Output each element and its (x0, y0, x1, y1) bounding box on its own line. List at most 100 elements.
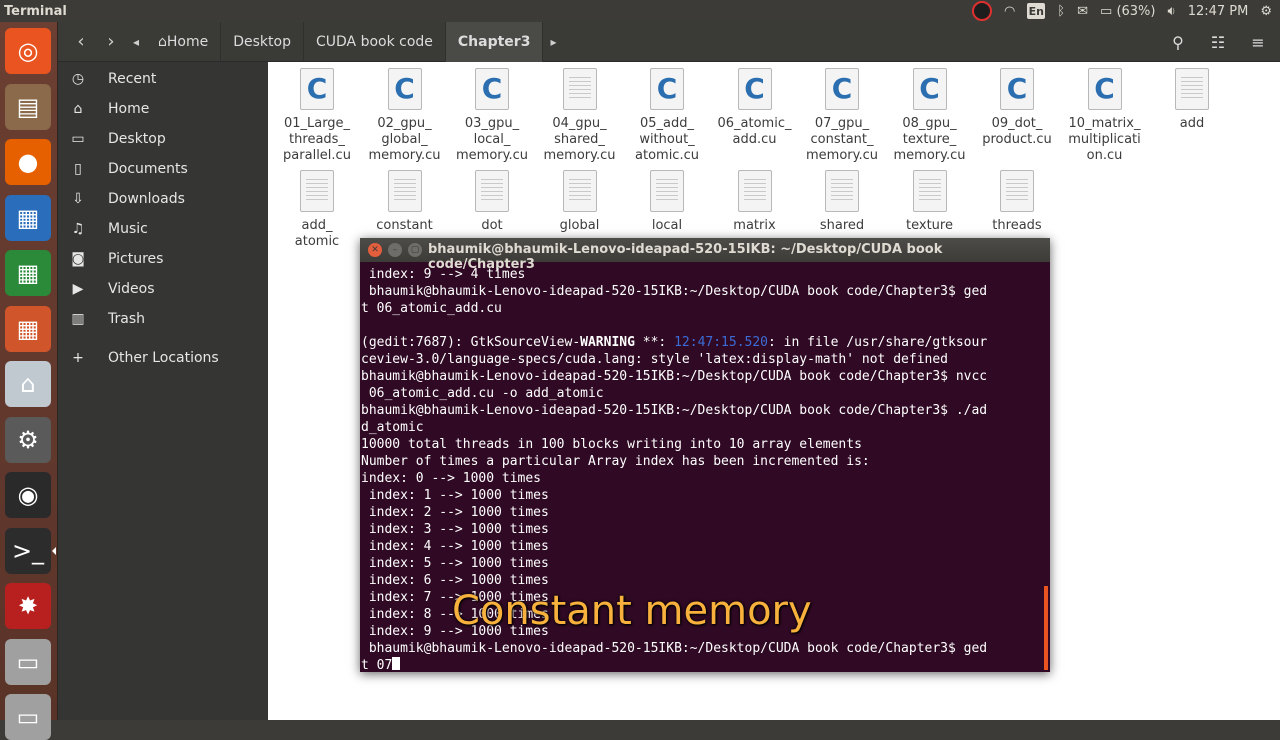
sidebar-item-home[interactable]: ⌂ Home (58, 95, 268, 123)
trash-launcher-icon[interactable]: ▭ (5, 694, 51, 740)
volume-icon[interactable]: 🔉︎ (1167, 4, 1175, 19)
breadcrumb: ⌂ Home Desktop CUDA book code Chapter3 (146, 21, 544, 62)
close-icon[interactable]: ✕ (368, 243, 382, 257)
file-item[interactable]: C 01_Large_ threads_ parallel.cu (275, 68, 359, 164)
file-label: 01_Large_ threads_ parallel.cu (283, 116, 351, 163)
text-file-icon (650, 170, 684, 212)
forward-button[interactable]: › (96, 27, 126, 57)
sidebar-item-trash[interactable]: ▥ Trash (58, 305, 268, 333)
view-toggle-icon[interactable]: ☷ (1204, 28, 1232, 56)
app-icon[interactable]: ✸ (5, 583, 51, 629)
file-item[interactable]: C 08_gpu_ texture_ memory.cu (888, 68, 972, 164)
bluetooth-icon[interactable]: ᛒ (1057, 4, 1065, 19)
file-label: 07_gpu_ constant_ memory.cu (806, 116, 878, 163)
file-item[interactable]: C 03_gpu_ local_ memory.cu (450, 68, 534, 164)
writer-icon[interactable]: ▦ (5, 194, 51, 241)
files-header-bar: ‹ › ◂ ⌂ Home Desktop CUDA book code Chapter… (58, 21, 1280, 62)
file-item[interactable]: add_ atomic (275, 170, 359, 250)
file-item[interactable]: constant (363, 170, 447, 234)
obs-icon[interactable]: ◉ (5, 472, 51, 518)
file-item[interactable]: C 07_gpu_ constant_ memory.cu (800, 68, 884, 164)
search-icon[interactable]: ⚲ (1164, 28, 1192, 56)
wifi-icon[interactable]: ◠ (1004, 4, 1015, 19)
file-label: global (559, 218, 600, 233)
file-item[interactable]: C 06_atomic_ add.cu (713, 68, 797, 148)
writer-icon-glyph: ▦ (16, 203, 40, 232)
breadcrumb-item[interactable]: Desktop (221, 21, 304, 62)
terminal-line: index: 2 --> 1000 times (361, 505, 549, 520)
breadcrumb-scroll-right-icon[interactable]: ▸ (543, 27, 563, 57)
file-item[interactable]: global (538, 170, 622, 234)
breadcrumb-scroll-left-icon[interactable]: ◂ (126, 27, 146, 57)
system-settings-icon[interactable]: ⚙ (5, 416, 51, 463)
calc-icon[interactable]: ▦ (5, 250, 51, 296)
terminal-icon[interactable]: >_ (5, 527, 51, 574)
sidebar-item-recent[interactable]: ◷ Recent (58, 65, 268, 93)
terminal-line: index: 3 --> 1000 times (361, 522, 549, 537)
sidebar-item-music[interactable]: ♫ Music (58, 215, 268, 243)
clock[interactable]: 12:47 PM (1188, 4, 1249, 19)
c-source-file-icon: C (737, 68, 772, 110)
text-file-icon (475, 170, 509, 212)
c-letter-icon: C (1006, 72, 1028, 105)
menu-icon[interactable]: ≡ (1244, 28, 1272, 56)
file-item[interactable]: local (625, 170, 709, 234)
file-item[interactable]: add (1150, 68, 1234, 132)
terminal-line: d_atomic (361, 420, 424, 435)
system-settings-icon-glyph: ⚙ (17, 425, 39, 454)
sidebar-item-other-locations[interactable]: + Other Locations (58, 344, 268, 372)
file-item[interactable]: dot (450, 170, 534, 234)
minimize-icon[interactable]: – (388, 243, 402, 257)
terminal-scrollbar[interactable] (1044, 586, 1048, 670)
file-label: 02_gpu_ global_ memory.cu (368, 116, 441, 163)
breadcrumb-item[interactable]: CUDA book code (304, 21, 446, 62)
firefox-icon[interactable]: ● (5, 139, 51, 185)
file-label: 08_gpu_ texture_ memory.cu (893, 116, 966, 163)
file-item[interactable]: 04_gpu_ shared_ memory.cu (538, 68, 622, 164)
video-caption: Constant memory (452, 588, 812, 634)
documents-icon: ▯ (74, 161, 82, 177)
file-item[interactable]: C 09_dot_ product.cu (975, 68, 1059, 148)
files-icon-glyph: ▤ (16, 92, 40, 121)
file-item[interactable]: C 10_matrix_ multiplicati on.cu (1063, 68, 1147, 164)
breadcrumb-item[interactable]: Chapter3 (445, 21, 544, 62)
terminal-line: 06_atomic_add.cu -o add_atomic (361, 386, 604, 401)
battery-indicator[interactable]: ▭ (63%) (1100, 4, 1155, 19)
workspace-icon[interactable]: ▭ (5, 638, 51, 685)
sidebar-item-pictures[interactable]: ◙ Pictures (58, 245, 268, 273)
maximize-icon[interactable]: ▢ (408, 243, 422, 257)
file-item[interactable]: C 05_add_ without_ atomic.cu (625, 68, 709, 164)
mail-icon[interactable]: ✉ (1077, 4, 1088, 19)
settings-gear-icon[interactable]: ⚙ (1260, 4, 1272, 19)
file-item[interactable]: shared (800, 170, 884, 234)
file-label: local (651, 218, 683, 233)
text-file-icon (1000, 170, 1034, 212)
sidebar-item-documents[interactable]: ▯ Documents (58, 155, 268, 183)
sidebar-item-downloads[interactable]: ⇩ Downloads (58, 185, 268, 213)
terminal-line: index: 0 --> 1000 times (361, 471, 542, 486)
terminal-line: index: 1 --> 1000 times (361, 488, 549, 503)
terminal-line: index: 5 --> 1000 times (361, 556, 549, 571)
terminal-icon-glyph: >_ (11, 536, 45, 565)
sidebar-item-label: Trash (108, 311, 145, 327)
file-item[interactable]: matrix (713, 170, 797, 234)
file-item[interactable]: threads (975, 170, 1059, 234)
files-icon[interactable]: ▤ (5, 83, 51, 130)
back-button[interactable]: ‹ (66, 27, 96, 57)
app-icon-glyph: ✸ (17, 592, 39, 620)
file-item[interactable]: C 02_gpu_ global_ memory.cu (363, 68, 447, 164)
sidebar-item-videos[interactable]: ▶ Videos (58, 275, 268, 303)
impress-icon[interactable]: ▦ (5, 305, 51, 352)
calc-icon-glyph: ▦ (16, 259, 40, 287)
ubuntu-dash-icon[interactable]: ◎ (5, 28, 51, 74)
keyboard-layout-indicator[interactable]: En (1027, 3, 1046, 19)
file-label: add (1179, 116, 1205, 131)
c-letter-icon: C (744, 72, 765, 105)
terminal-titlebar[interactable]: ✕ – ▢ bhaumik@bhaumik-Lenovo-ideapad-520… (360, 238, 1050, 272)
sidebar-item-desktop[interactable]: ▭ Desktop (58, 125, 268, 153)
battery-icon: ▭ (1100, 3, 1113, 19)
breadcrumb-item[interactable]: ⌂ Home (146, 21, 222, 62)
recording-indicator-icon[interactable] (971, 1, 992, 21)
file-item[interactable]: texture (888, 170, 972, 234)
software-center-icon[interactable]: ⌂ (5, 361, 51, 407)
